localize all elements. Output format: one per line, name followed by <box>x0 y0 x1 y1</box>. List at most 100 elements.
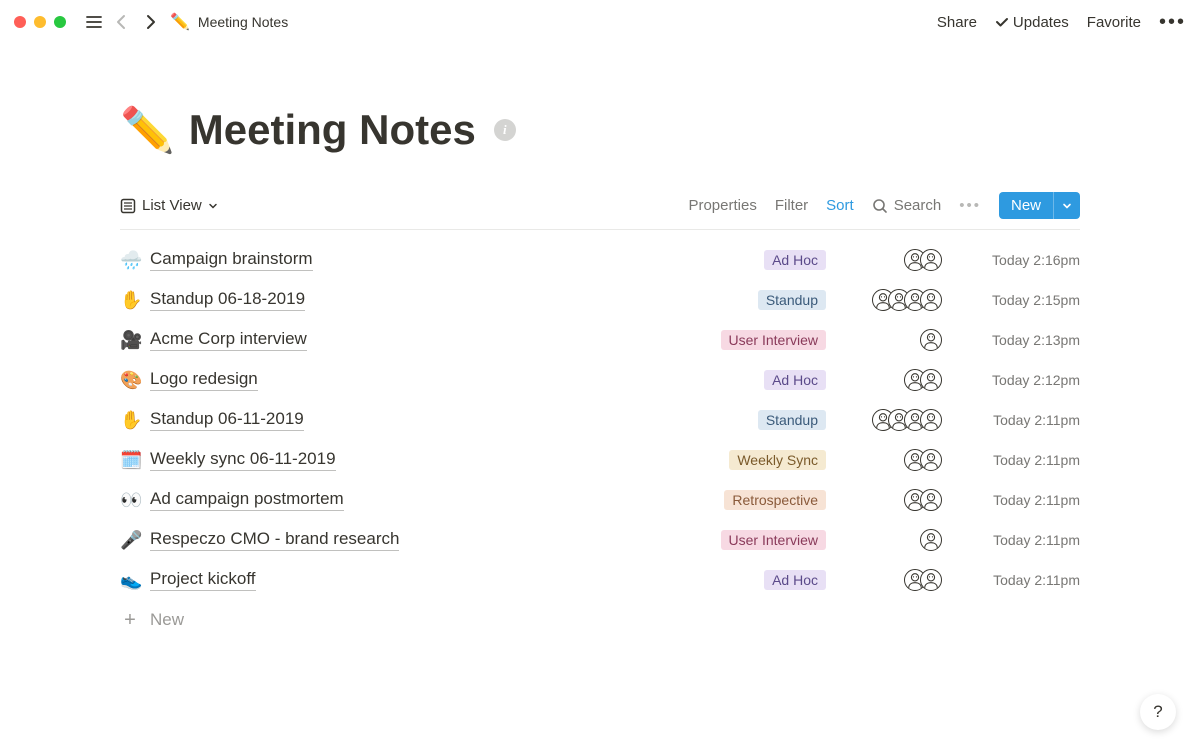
row-avatars <box>842 449 942 471</box>
avatar <box>920 489 942 511</box>
menu-icon[interactable] <box>80 8 108 36</box>
list-item[interactable]: 👀Ad campaign postmortem Retrospective Toda… <box>120 480 1080 520</box>
view-selector[interactable]: List View <box>120 197 218 214</box>
list-item[interactable]: 🎥Acme Corp interview User Interview Today … <box>120 320 1080 360</box>
list-item[interactable]: 🎤Respeczo CMO - brand research User Inter… <box>120 520 1080 560</box>
row-tag: Standup <box>758 290 826 310</box>
row-emoji: 🎤 <box>120 530 150 551</box>
row-title: Project kickoff <box>150 569 256 591</box>
search-label: Search <box>894 197 942 214</box>
row-title: Acme Corp interview <box>150 329 307 351</box>
info-icon[interactable]: i <box>494 119 516 141</box>
updates-button[interactable]: Updates <box>995 14 1069 31</box>
share-button[interactable]: Share <box>937 14 977 31</box>
row-date: Today 2:11pm <box>960 492 1080 508</box>
row-avatars <box>842 529 942 551</box>
row-date: Today 2:12pm <box>960 372 1080 388</box>
row-date: Today 2:11pm <box>960 452 1080 468</box>
avatar <box>920 329 942 351</box>
new-row-label: New <box>150 610 184 630</box>
avatar <box>920 409 942 431</box>
row-date: Today 2:16pm <box>960 252 1080 268</box>
forward-button[interactable] <box>136 8 164 36</box>
row-title: Ad campaign postmortem <box>150 489 344 511</box>
check-icon <box>995 15 1009 29</box>
avatar <box>920 529 942 551</box>
list-item[interactable]: ✋Standup 06-18-2019 Standup Today 2:15pm <box>120 280 1080 320</box>
row-emoji: 👟 <box>120 570 150 591</box>
row-date: Today 2:13pm <box>960 332 1080 348</box>
row-avatars <box>842 409 942 431</box>
help-button[interactable]: ? <box>1140 694 1176 730</box>
top-bar: ✏️ Meeting Notes Share Updates Favorite … <box>0 0 1200 44</box>
database-list: 🌧️Campaign brainstorm Ad Hoc Today 2:16pm ✋… <box>120 240 1080 600</box>
close-window-button[interactable] <box>14 16 26 28</box>
row-tag: Ad Hoc <box>764 570 826 590</box>
row-date: Today 2:11pm <box>960 412 1080 428</box>
row-date: Today 2:11pm <box>960 532 1080 548</box>
favorite-button[interactable]: Favorite <box>1087 14 1141 31</box>
row-emoji: 👀 <box>120 490 150 511</box>
page-emoji[interactable]: ✏️ <box>120 104 175 156</box>
back-button[interactable] <box>108 8 136 36</box>
toolbar-more-icon[interactable]: ••• <box>959 197 981 214</box>
list-item[interactable]: 🌧️Campaign brainstorm Ad Hoc Today 2:16pm <box>120 240 1080 280</box>
row-title: Standup 06-11-2019 <box>150 409 304 431</box>
row-date: Today 2:15pm <box>960 292 1080 308</box>
new-button-dropdown[interactable] <box>1053 192 1080 219</box>
list-item[interactable]: 🎨Logo redesignAd HocToday 2:12pm <box>120 360 1080 400</box>
row-title: Campaign brainstorm <box>150 249 313 271</box>
row-tag: Weekly Sync <box>729 450 826 470</box>
row-tag: User Interview <box>721 330 826 350</box>
row-emoji: 🗓️ <box>120 450 150 471</box>
row-title: Standup 06-18-2019 <box>150 289 305 311</box>
row-avatars <box>842 369 942 391</box>
list-icon <box>120 198 136 214</box>
row-tag: User Interview <box>721 530 826 550</box>
breadcrumb-emoji: ✏️ <box>170 12 190 32</box>
maximize-window-button[interactable] <box>54 16 66 28</box>
row-emoji: 🌧️ <box>120 250 150 271</box>
row-avatars <box>842 489 942 511</box>
filter-button[interactable]: Filter <box>775 197 808 214</box>
row-avatars <box>842 329 942 351</box>
database-toolbar: List View Properties Filter Sort Search … <box>120 192 1080 230</box>
chevron-down-icon <box>1062 201 1072 211</box>
row-emoji: ✋ <box>120 410 150 431</box>
search-button[interactable]: Search <box>872 197 942 214</box>
row-title: Weekly sync 06-11-2019 <box>150 449 336 471</box>
help-label: ? <box>1153 702 1162 722</box>
page-title[interactable]: Meeting Notes <box>189 106 476 154</box>
breadcrumb[interactable]: ✏️ Meeting Notes <box>170 12 288 32</box>
row-tag: Ad Hoc <box>764 370 826 390</box>
more-menu-icon[interactable]: ••• <box>1159 11 1186 34</box>
new-row-button[interactable]: + New <box>120 600 1080 640</box>
list-item[interactable]: ✋Standup 06-11-2019 Standup Today 2:11pm <box>120 400 1080 440</box>
minimize-window-button[interactable] <box>34 16 46 28</box>
row-date: Today 2:11pm <box>960 572 1080 588</box>
page-title-row: ✏️ Meeting Notes i <box>120 104 1080 156</box>
chevron-down-icon <box>208 201 218 211</box>
window-controls <box>14 16 66 28</box>
updates-label: Updates <box>1013 14 1069 31</box>
row-tag: Standup <box>758 410 826 430</box>
list-item[interactable]: 🗓️Weekly sync 06-11-2019 Weekly Sync Today… <box>120 440 1080 480</box>
row-emoji: ✋ <box>120 290 150 311</box>
row-emoji: 🎨 <box>120 370 150 391</box>
plus-icon: + <box>120 609 140 632</box>
row-tag: Retrospective <box>724 490 826 510</box>
page-content: ✏️ Meeting Notes i List View Properties … <box>0 44 1200 640</box>
breadcrumb-title: Meeting Notes <box>198 14 288 30</box>
row-emoji: 🎥 <box>120 330 150 351</box>
new-button[interactable]: New <box>999 192 1080 219</box>
properties-button[interactable]: Properties <box>688 197 756 214</box>
avatar <box>920 249 942 271</box>
row-tag: Ad Hoc <box>764 250 826 270</box>
topbar-actions: Share Updates Favorite ••• <box>937 11 1186 34</box>
list-item[interactable]: 👟Project kickoff Ad Hoc Today 2:11pm <box>120 560 1080 600</box>
view-label: List View <box>142 197 202 214</box>
sort-button[interactable]: Sort <box>826 197 854 214</box>
row-avatars <box>842 569 942 591</box>
toolbar-right: Properties Filter Sort Search ••• New <box>688 192 1080 219</box>
row-title: Respeczo CMO - brand research <box>150 529 399 551</box>
